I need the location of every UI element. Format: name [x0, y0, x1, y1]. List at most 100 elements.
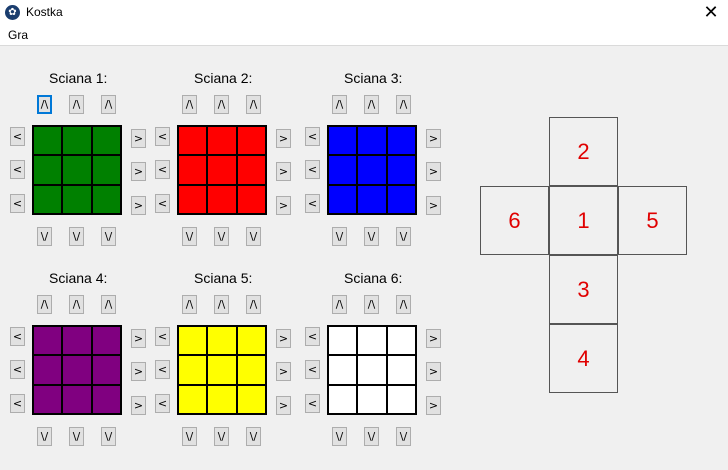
face-1-right-button-1[interactable]: >: [131, 129, 146, 148]
face-2-cell-6: [236, 155, 266, 185]
face-3-down-button-2[interactable]: \/: [364, 227, 379, 246]
face-5-right-button-3[interactable]: >: [276, 396, 291, 415]
face-1-left-button-2[interactable]: <: [10, 160, 25, 179]
face-6-up-button-3[interactable]: /\: [396, 295, 411, 314]
face-2-left-button-2[interactable]: <: [155, 160, 170, 179]
face-2-right-button-2[interactable]: >: [276, 162, 291, 181]
face-3-left-button-1[interactable]: <: [305, 127, 320, 146]
close-button[interactable]: ✕: [694, 0, 728, 26]
face-6-left-button-3[interactable]: <: [305, 394, 320, 413]
face-3-cell-8: [357, 184, 387, 214]
face-2-down-button-1[interactable]: \/: [182, 227, 197, 246]
face-4-up-button-2[interactable]: /\: [69, 295, 84, 314]
face-5-left-button-3[interactable]: <: [155, 394, 170, 413]
face-2-down-button-3[interactable]: \/: [246, 227, 261, 246]
face-4-right-button-3[interactable]: >: [131, 396, 146, 415]
face-6-down-button-3[interactable]: \/: [396, 427, 411, 446]
face-3-right-button-2[interactable]: >: [426, 162, 441, 181]
face-2-right-button-3[interactable]: >: [276, 196, 291, 215]
face-3-left-button-2[interactable]: <: [305, 160, 320, 179]
face-1-down-button-1[interactable]: \/: [37, 227, 52, 246]
face-3-up-button-1[interactable]: /\: [332, 95, 347, 114]
face-5-up-button-3[interactable]: /\: [246, 295, 261, 314]
face-5-left-button-1[interactable]: <: [155, 327, 170, 346]
face-3-left-button-3[interactable]: <: [305, 194, 320, 213]
face-6-down-button-1[interactable]: \/: [332, 427, 347, 446]
face-2-down-button-2[interactable]: \/: [214, 227, 229, 246]
face-2-up-button-3[interactable]: /\: [246, 95, 261, 114]
title-bar: ✿ Kostka ✕: [0, 0, 728, 26]
face-1-right-button-3[interactable]: >: [131, 196, 146, 215]
face-2-right-button-1[interactable]: >: [276, 129, 291, 148]
face-2-up-button-1[interactable]: /\: [182, 95, 197, 114]
face-3-up-button-3[interactable]: /\: [396, 95, 411, 114]
face-6-cell-2: [357, 326, 387, 356]
face-6-grid: [327, 325, 417, 415]
face-6-left-button-2[interactable]: <: [305, 360, 320, 379]
face-1-right-button-2[interactable]: >: [131, 162, 146, 181]
face-4-down-button-2[interactable]: \/: [69, 427, 84, 446]
face-4-left-button-2[interactable]: <: [10, 360, 25, 379]
face-4-up-button-3[interactable]: /\: [101, 295, 116, 314]
face-1-down-button-3[interactable]: \/: [101, 227, 116, 246]
face-5-down-button-3[interactable]: \/: [246, 427, 261, 446]
face-6-right-button-3[interactable]: >: [426, 396, 441, 415]
face-6-up-button-1[interactable]: /\: [332, 295, 347, 314]
face-5-cell-8: [207, 384, 237, 414]
face-2-cell-9: [236, 184, 266, 214]
face-5-up-button-2[interactable]: /\: [214, 295, 229, 314]
face-4-cell-8: [62, 384, 92, 414]
face-4-down-button-3[interactable]: \/: [101, 427, 116, 446]
client-area: Sciana 1: /\ /\ /\ \/ \/ \/ < < < > > > Sciana 2: /\ /\…: [0, 46, 728, 470]
face-3-down-button-1[interactable]: \/: [332, 227, 347, 246]
face-5-right-button-1[interactable]: >: [276, 329, 291, 348]
face-6-down-button-2[interactable]: \/: [364, 427, 379, 446]
face-1-up-button-3[interactable]: /\: [101, 95, 116, 114]
face-6-up-button-2[interactable]: /\: [364, 295, 379, 314]
paw-icon: ✿: [5, 5, 20, 20]
face-2-up-button-2[interactable]: /\: [214, 95, 229, 114]
face-1-cell-8: [62, 184, 92, 214]
face-1-left-button-1[interactable]: <: [10, 127, 25, 146]
face-3-right-button-1[interactable]: >: [426, 129, 441, 148]
net-face-5: 5: [618, 186, 687, 255]
face-4-cell-2: [62, 326, 92, 356]
face-3-down-button-3[interactable]: \/: [396, 227, 411, 246]
face-2-left-button-1[interactable]: <: [155, 127, 170, 146]
face-6-label: Sciana 6:: [344, 270, 403, 286]
face-4-right-button-2[interactable]: >: [131, 362, 146, 381]
face-4-label: Sciana 4:: [49, 270, 108, 286]
face-6-cell-4: [328, 355, 358, 385]
face-4-left-button-3[interactable]: <: [10, 394, 25, 413]
menu-gra[interactable]: Gra: [8, 28, 28, 42]
face-6-cell-3: [386, 326, 416, 356]
menu-bar: Gra: [0, 26, 728, 46]
face-1-cell-2: [62, 126, 92, 156]
face-4-up-button-1[interactable]: /\: [37, 295, 52, 314]
face-1-down-button-2[interactable]: \/: [69, 227, 84, 246]
face-1-up-button-2[interactable]: /\: [69, 95, 84, 114]
face-3-right-button-3[interactable]: >: [426, 196, 441, 215]
face-4-right-button-1[interactable]: >: [131, 329, 146, 348]
face-3-cell-6: [386, 155, 416, 185]
face-1-cell-3: [91, 126, 121, 156]
face-5-down-button-2[interactable]: \/: [214, 427, 229, 446]
face-1-up-button-1[interactable]: /\: [37, 95, 52, 114]
face-1-cell-6: [91, 155, 121, 185]
face-6-left-button-1[interactable]: <: [305, 327, 320, 346]
face-1-cell-9: [91, 184, 121, 214]
face-4-left-button-1[interactable]: <: [10, 327, 25, 346]
face-3-up-button-2[interactable]: /\: [364, 95, 379, 114]
face-5-up-button-1[interactable]: /\: [182, 295, 197, 314]
face-5-down-button-1[interactable]: \/: [182, 427, 197, 446]
face-2-left-button-3[interactable]: <: [155, 194, 170, 213]
face-6-right-button-1[interactable]: >: [426, 329, 441, 348]
face-1-left-button-3[interactable]: <: [10, 194, 25, 213]
face-5-cell-7: [178, 384, 208, 414]
face-6-right-button-2[interactable]: >: [426, 362, 441, 381]
face-5-right-button-2[interactable]: >: [276, 362, 291, 381]
face-4-down-button-1[interactable]: \/: [37, 427, 52, 446]
face-3-cell-1: [328, 126, 358, 156]
face-5-left-button-2[interactable]: <: [155, 360, 170, 379]
face-4-cell-6: [91, 355, 121, 385]
